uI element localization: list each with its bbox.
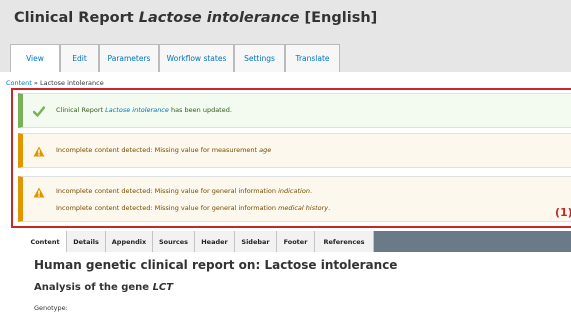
page-header: Clinical Report Lactose intolerance [Eng…: [0, 0, 571, 72]
tab-sidebar[interactable]: Sidebar: [235, 231, 277, 252]
tab-settings[interactable]: Settings: [234, 44, 285, 72]
tab-translate[interactable]: Translate: [285, 44, 340, 72]
tab-sources[interactable]: Sources: [153, 231, 195, 252]
tab-footer[interactable]: Footer: [277, 231, 315, 252]
breadcrumb-link-content[interactable]: Content: [6, 79, 32, 87]
gene-name: LCT: [152, 282, 174, 293]
title-emphasis: Lactose intolerance: [138, 10, 300, 26]
page-title: Clinical Report Lactose intolerance [Eng…: [14, 10, 377, 26]
tab-references[interactable]: References: [315, 231, 374, 252]
tab-edit[interactable]: Edit: [60, 44, 99, 72]
tab-appendix[interactable]: Appendix: [106, 231, 153, 252]
tab-content[interactable]: Content: [24, 231, 67, 252]
breadcrumb-current: Lactose intolerance: [39, 79, 104, 87]
highlight-box: [11, 88, 571, 228]
breadcrumb: Content » Lactose intolerance: [6, 79, 104, 87]
tab-parameters[interactable]: Parameters: [99, 44, 159, 72]
tab-header[interactable]: Header: [195, 231, 235, 252]
content-tabs: Content Details Appendix Sources Header …: [24, 231, 571, 252]
primary-tabs: View Edit Parameters Workflow states Set…: [10, 44, 340, 72]
tab-view[interactable]: View: [10, 44, 60, 72]
tab-workflow-states[interactable]: Workflow states: [159, 44, 234, 72]
gene-heading-prefix: Analysis of the gene: [34, 282, 153, 293]
genotype-label: Genotype:: [34, 304, 68, 312]
gene-heading: Analysis of the gene LCT: [34, 282, 173, 293]
title-prefix: Clinical Report: [14, 10, 139, 26]
annotation-label: (1): [555, 206, 571, 219]
tab-details[interactable]: Details: [67, 231, 106, 252]
title-suffix: [English]: [299, 10, 378, 26]
report-title: Human genetic clinical report on: Lactos…: [34, 258, 398, 272]
breadcrumb-separator: »: [31, 79, 40, 87]
